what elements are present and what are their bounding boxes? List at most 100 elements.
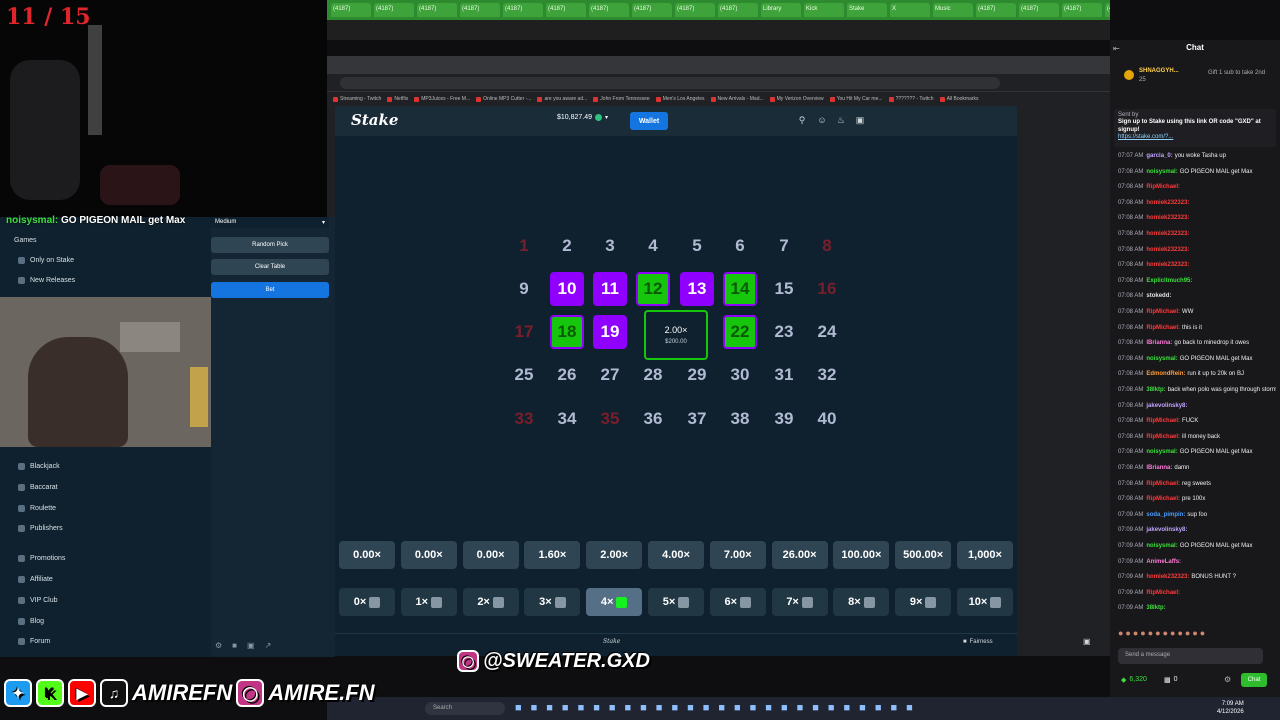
bet-button[interactable]: Bet bbox=[211, 282, 329, 298]
chat-username[interactable]: homiek232323: bbox=[1146, 200, 1189, 206]
chat-username[interactable]: RipMichael: bbox=[1146, 309, 1180, 315]
keno-tile-27[interactable]: 27 bbox=[593, 358, 627, 392]
keno-tile-13[interactable]: 13 bbox=[680, 272, 714, 306]
bookmark-item[interactable]: Online MP3 Cutter -... bbox=[476, 94, 531, 104]
chat-username[interactable]: EdmondRein: bbox=[1146, 371, 1185, 377]
chat-username[interactable]: lBrianna: bbox=[1146, 465, 1172, 471]
browser-tab[interactable]: (4187) bbox=[417, 3, 457, 17]
browser-tab[interactable]: Music bbox=[933, 3, 973, 17]
sidebar-item-blog[interactable]: Blog bbox=[18, 618, 44, 625]
browser-tab[interactable]: (4187) bbox=[1062, 3, 1102, 17]
keno-tile-25[interactable]: 25 bbox=[507, 358, 541, 392]
sidebar-item-new-releases[interactable]: New Releases bbox=[18, 277, 75, 284]
browser-tab[interactable]: (4187) bbox=[675, 3, 715, 17]
wallet-button[interactable]: Wallet bbox=[630, 112, 668, 130]
chat-username[interactable]: noisysmal: bbox=[1146, 449, 1177, 455]
random-pick-button[interactable]: Random Pick bbox=[211, 237, 329, 253]
address-bar[interactable] bbox=[340, 77, 1000, 89]
keno-tile-2[interactable]: 2 bbox=[550, 229, 584, 263]
bookmark-item[interactable]: New Arrivals - Mad... bbox=[710, 94, 764, 104]
bookmark-item[interactable]: You Hit My Car me... bbox=[829, 94, 883, 104]
sidebar-item-only-on-stake[interactable]: Only on Stake bbox=[18, 257, 74, 264]
stake-logo[interactable]: Stake bbox=[351, 111, 398, 129]
keno-tile-11[interactable]: 11 bbox=[593, 272, 627, 306]
chat-username[interactable]: noisysmal: bbox=[1146, 356, 1177, 362]
keno-tile-37[interactable]: 37 bbox=[680, 402, 714, 436]
keno-tile-14[interactable]: 14 bbox=[723, 272, 757, 306]
gear-icon[interactable]: ⚙ bbox=[1224, 675, 1231, 684]
bell-icon[interactable]: ♨ bbox=[836, 115, 846, 125]
chat-username[interactable]: homiek232323: bbox=[1146, 574, 1189, 580]
browser-tab[interactable]: (4187) bbox=[718, 3, 758, 17]
browser-tab[interactable]: (4187) bbox=[589, 3, 629, 17]
chat-username[interactable]: jakevolinsky8: bbox=[1146, 527, 1187, 533]
keno-tile-18[interactable]: 18 bbox=[550, 315, 584, 349]
keno-tile-30[interactable]: 30 bbox=[723, 358, 757, 392]
sidebar-item-blackjack[interactable]: Blackjack bbox=[18, 463, 60, 470]
chat-username[interactable]: homiek232323: bbox=[1146, 262, 1189, 268]
chat-username[interactable]: homiek232323: bbox=[1146, 231, 1189, 237]
bookmark-item[interactable]: MP3Juices - Free M... bbox=[414, 94, 470, 104]
keno-tile-8[interactable]: 8 bbox=[810, 229, 844, 263]
keno-tile-36[interactable]: 36 bbox=[636, 402, 670, 436]
chat-username[interactable]: RipMichael: bbox=[1146, 418, 1180, 424]
chat-username[interactable]: homiek232323: bbox=[1146, 247, 1189, 253]
theatre-icon[interactable]: ▣ bbox=[1083, 637, 1091, 646]
fairness-button[interactable]: ■ Fairness bbox=[963, 639, 993, 645]
chat-username[interactable]: RipMichael: bbox=[1146, 496, 1180, 502]
keno-tile-5[interactable]: 5 bbox=[680, 229, 714, 263]
chat-username[interactable]: jakevolinsky8: bbox=[1146, 403, 1187, 409]
keno-tile-28[interactable]: 28 bbox=[636, 358, 670, 392]
browser-tab[interactable]: X bbox=[890, 3, 930, 17]
chat-username[interactable]: lBrianna: bbox=[1146, 340, 1172, 346]
sidebar-item-publishers[interactable]: Publishers bbox=[18, 525, 63, 532]
keno-tile-10[interactable]: 10 bbox=[550, 272, 584, 306]
keno-tile-40[interactable]: 40 bbox=[810, 402, 844, 436]
browser-tab[interactable]: (4187) bbox=[374, 3, 414, 17]
keno-tile-1[interactable]: 1 bbox=[507, 229, 541, 263]
keno-tile-9[interactable]: 9 bbox=[507, 272, 541, 306]
keno-tile-31[interactable]: 31 bbox=[767, 358, 801, 392]
keno-tile-16[interactable]: 16 bbox=[810, 272, 844, 306]
sidebar-item-affiliate[interactable]: Affiliate bbox=[18, 576, 53, 583]
chat-username[interactable]: 38lktp: bbox=[1146, 387, 1165, 393]
chat-toggle-icon[interactable]: ▣ bbox=[855, 115, 865, 125]
browser-tab[interactable]: (4187) bbox=[1019, 3, 1059, 17]
clear-table-button[interactable]: Clear Table bbox=[211, 259, 329, 275]
browser-tab[interactable]: Library bbox=[761, 3, 801, 17]
keno-tile-17[interactable]: 17 bbox=[507, 315, 541, 349]
browser-tab[interactable]: (4187) bbox=[331, 3, 371, 17]
bookmark-item[interactable]: are you aware ad... bbox=[537, 94, 587, 104]
chat-username[interactable]: soda_pimpin: bbox=[1146, 512, 1185, 518]
chat-username[interactable]: RipMichael: bbox=[1146, 481, 1180, 487]
chat-send-button[interactable]: Chat bbox=[1241, 673, 1267, 687]
keno-tile-6[interactable]: 6 bbox=[723, 229, 757, 263]
risk-select[interactable]: Medium ▾ bbox=[211, 217, 329, 228]
browser-tab[interactable]: (4187) bbox=[976, 3, 1016, 17]
keno-tile-19[interactable]: 19 bbox=[593, 315, 627, 349]
user-icon[interactable]: ☺ bbox=[817, 115, 827, 125]
keno-tile-3[interactable]: 3 bbox=[593, 229, 627, 263]
keno-tile-15[interactable]: 15 bbox=[767, 272, 801, 306]
browser-tab[interactable]: (4187) bbox=[1105, 3, 1110, 17]
browser-tab[interactable]: (4187) bbox=[460, 3, 500, 17]
chat-username[interactable]: Explicitmuch95: bbox=[1146, 278, 1192, 284]
taskbar-app-icons[interactable]: ■■■■■■■■■■■■■■■■■■■■■■■■■■ bbox=[515, 702, 922, 714]
chat-username[interactable]: RipMichael: bbox=[1146, 590, 1180, 596]
keno-tile-22[interactable]: 22 bbox=[723, 315, 757, 349]
browser-tab[interactable]: (4187) bbox=[632, 3, 672, 17]
bookmark-item[interactable]: Men's Los Angeles bbox=[655, 94, 705, 104]
bookmark-item[interactable]: Streaming - Twitch bbox=[333, 94, 381, 104]
chat-username[interactable]: noisysmal: bbox=[1146, 169, 1177, 175]
chat-username[interactable]: stokedd: bbox=[1146, 293, 1171, 299]
chat-username[interactable]: RipMichael: bbox=[1146, 184, 1180, 190]
collapse-chat-icon[interactable]: ⇤ bbox=[1113, 44, 1120, 53]
keno-tile-32[interactable]: 32 bbox=[810, 358, 844, 392]
sidebar-item-roulette[interactable]: Roulette bbox=[18, 505, 56, 512]
taskbar-clock[interactable]: 7:09 AM 4/12/2026 bbox=[1217, 700, 1244, 716]
keno-tile-39[interactable]: 39 bbox=[767, 402, 801, 436]
chat-username[interactable]: homiek232323: bbox=[1146, 215, 1189, 221]
bookmark-item[interactable]: All Bookmarks bbox=[939, 94, 979, 104]
browser-tab[interactable]: (4187) bbox=[546, 3, 586, 17]
bookmark-item[interactable]: ??????? - Twitch bbox=[888, 94, 934, 104]
